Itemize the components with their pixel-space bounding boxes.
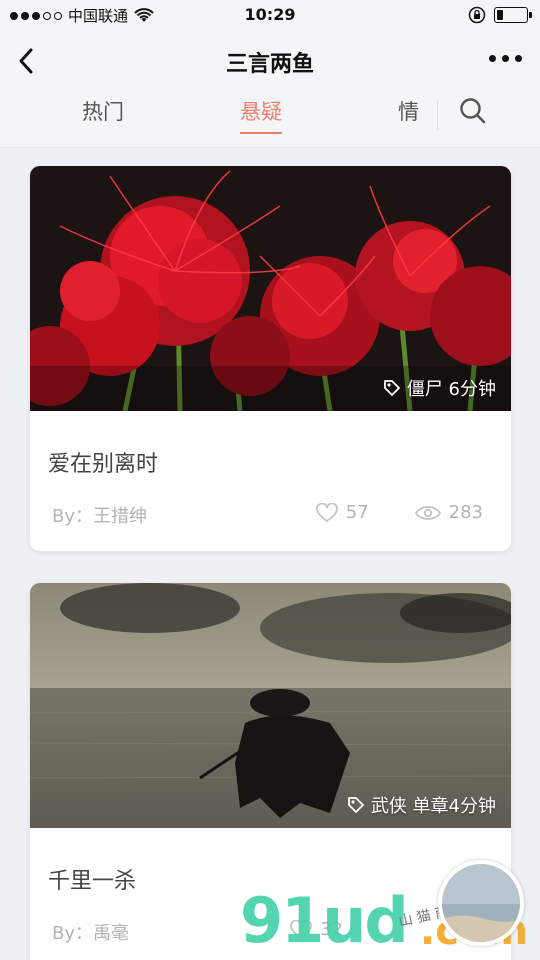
tab-romance[interactable]: 情 <box>398 96 419 126</box>
search-icon <box>460 98 486 124</box>
category-tabs: 热门 悬疑 情 <box>0 90 540 140</box>
status-time: 10:29 <box>244 5 296 24</box>
rotation-lock-icon <box>468 6 486 24</box>
story-card[interactable]: 僵尸 6分钟 爱在别离时 By：王措绅 57 283 <box>30 166 511 551</box>
view-count: 283 <box>448 502 483 523</box>
tag-icon <box>383 380 400 396</box>
page-title: 三言两鱼 <box>225 52 314 77</box>
tab-label: 悬疑 <box>240 100 282 124</box>
story-stats: 57 283 <box>315 502 483 523</box>
app-header: 三言两鱼 热门 悬疑 情 <box>0 30 540 148</box>
like-count: 57 <box>345 502 369 523</box>
tag-text: 僵尸 6分钟 <box>406 379 496 400</box>
search-button[interactable] <box>458 96 488 126</box>
like-stat[interactable]: 57 <box>315 502 369 523</box>
battery-icon <box>494 7 532 23</box>
story-tag: 僵尸 6分钟 <box>383 375 496 401</box>
tab-suspense[interactable]: 悬疑 <box>240 96 282 134</box>
watermark-text: 91ud <box>240 884 409 957</box>
tag-icon <box>347 797 364 813</box>
story-author: By：王措绅 <box>52 506 148 527</box>
story-cover-image[interactable]: 武侠 单章4分钟 <box>30 583 511 828</box>
status-bar: 中国联通 10:29 <box>0 0 540 30</box>
avatar[interactable] <box>438 860 524 946</box>
tab-divider <box>437 100 438 130</box>
status-right <box>468 6 532 24</box>
story-title[interactable]: 爱在别离时 <box>48 446 158 478</box>
active-tab-indicator <box>240 132 282 134</box>
tab-label: 热门 <box>82 100 124 124</box>
watermark-logo: 91ud 山 猫 商 店 .com <box>238 860 538 960</box>
tag-text: 武侠 单章4分钟 <box>370 796 496 817</box>
heart-icon <box>315 502 338 522</box>
tab-hot[interactable]: 热门 <box>82 96 124 126</box>
story-tag: 武侠 单章4分钟 <box>347 792 496 818</box>
tab-label: 情 <box>398 100 419 124</box>
story-cover-image[interactable]: 僵尸 6分钟 <box>30 166 511 411</box>
view-stat: 283 <box>414 502 483 523</box>
more-options-button[interactable] <box>489 55 522 62</box>
eye-icon <box>414 505 441 520</box>
story-author: By：禹毫 <box>52 923 130 944</box>
story-title[interactable]: 千里一杀 <box>48 863 136 895</box>
